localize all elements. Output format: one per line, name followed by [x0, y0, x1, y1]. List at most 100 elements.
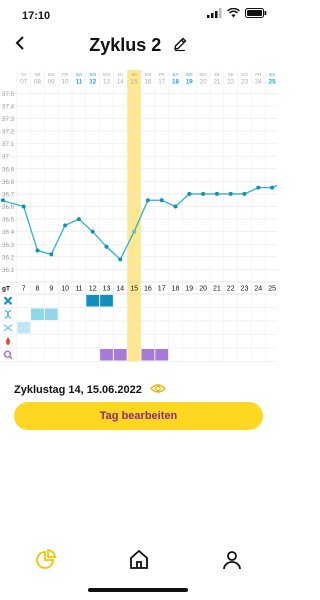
symptom-cell — [86, 295, 100, 307]
search-icon-handle — [8, 355, 13, 360]
weekday-label: DO — [241, 72, 248, 77]
y-tick-label: 36.9 — [2, 166, 15, 173]
symptom-cell — [31, 308, 44, 320]
day-number: 19 — [185, 286, 193, 293]
day-number: 24 — [254, 286, 262, 293]
date-label: 21 — [213, 79, 220, 86]
edit-day-button[interactable]: Tag bearbeiten — [14, 402, 263, 430]
data-point — [21, 204, 26, 209]
status-icons — [207, 8, 267, 18]
edit-title-button[interactable] — [172, 36, 188, 57]
day-number: 20 — [199, 286, 207, 293]
date-label: 15 — [131, 79, 138, 86]
y-tick-label: 36.1 — [2, 267, 15, 274]
home-icon — [130, 549, 148, 569]
cycle-info: Zyklustag 14, 15.06.2022 — [14, 381, 166, 399]
data-point — [76, 217, 81, 222]
weekday-label: SA — [269, 72, 276, 77]
title-wrap: Zyklus 2 — [0, 35, 277, 57]
data-point — [187, 191, 192, 196]
date-label: 20 — [200, 79, 207, 86]
ribbon-icon — [4, 309, 12, 319]
data-point — [173, 204, 178, 209]
data-point — [118, 257, 123, 262]
y-tick-label: 36.2 — [2, 254, 15, 261]
weekday-label: FR — [62, 72, 69, 77]
date-label: 23 — [241, 79, 248, 86]
day-number: 10 — [61, 286, 69, 293]
weekday-label: FR — [159, 72, 166, 77]
home-indicator — [88, 588, 188, 592]
data-point — [63, 223, 68, 228]
date-label: 13 — [103, 79, 110, 86]
day-number: 23 — [241, 286, 249, 293]
symptom-cell — [113, 349, 127, 361]
drop-icon — [6, 337, 10, 346]
weekday-label: DI — [21, 72, 26, 77]
day-number: 7 — [22, 286, 26, 293]
home-nav-button[interactable] — [127, 548, 151, 572]
y-tick-label: 36.5 — [2, 217, 15, 224]
data-point — [242, 191, 247, 196]
data-point — [214, 191, 219, 196]
date-label: 19 — [186, 79, 193, 86]
weekday-label: MI — [228, 72, 233, 77]
scissors-icon — [3, 324, 13, 332]
status-time: 17:10 — [22, 10, 51, 22]
day-number: 8 — [36, 286, 40, 293]
y-tick-label: 36.7 — [2, 191, 15, 198]
data-point — [49, 252, 54, 257]
y-tick-label: 36.3 — [2, 242, 15, 249]
symptom-cell — [141, 349, 155, 361]
weekday-label: MO — [199, 72, 207, 77]
y-tick-label: 37.1 — [2, 141, 15, 148]
day-number: 17 — [158, 286, 166, 293]
day-number: 25 — [268, 286, 276, 293]
wifi-icon — [227, 8, 240, 18]
weekday-label: SA — [76, 72, 83, 77]
row-label: gT — [2, 286, 10, 293]
data-point — [132, 229, 137, 234]
day-number: 16 — [144, 286, 152, 293]
day-number: 18 — [172, 286, 180, 293]
day-number: 14 — [116, 286, 124, 293]
profile-nav-button[interactable] — [220, 548, 244, 572]
day-number: 13 — [103, 286, 111, 293]
symptom-cell — [155, 349, 169, 361]
data-point — [35, 248, 40, 253]
day-number: 12 — [89, 286, 97, 293]
stats-nav-button[interactable] — [34, 548, 58, 572]
y-tick-label: 37.3 — [2, 116, 15, 123]
date-label: 25 — [269, 79, 276, 86]
y-tick-label: 37 — [2, 154, 9, 161]
bottom-nav — [0, 540, 277, 580]
date-label: 10 — [62, 79, 69, 86]
pie-chart-icon — [36, 548, 57, 569]
symptom-cell — [100, 349, 113, 361]
y-tick-label: 37.4 — [2, 103, 15, 110]
highlight-column — [127, 70, 141, 362]
weekday-label: SA — [172, 72, 179, 77]
y-tick-label: 36.8 — [2, 179, 15, 186]
y-tick-label: 37.2 — [2, 129, 15, 136]
eye-button[interactable] — [149, 381, 166, 399]
user-icon — [223, 551, 241, 570]
date-label: 18 — [172, 79, 179, 86]
symptom-cell — [100, 295, 113, 307]
day-number: 9 — [49, 286, 53, 293]
weekday-label: DO — [144, 72, 151, 77]
date-label: 24 — [255, 79, 262, 86]
data-point — [145, 198, 150, 203]
date-label: 17 — [158, 79, 165, 86]
day-number: 15 — [130, 286, 138, 293]
temperature-chart[interactable]: 37.5 37.4 37.3 37.2 37.1 37 36.9 36.8 36.7 36.6 36… — [0, 70, 277, 370]
sparkle-icon — [3, 296, 13, 305]
day-number: 11 — [75, 286, 82, 293]
data-point — [104, 244, 109, 249]
date-label: 11 — [76, 79, 83, 86]
day-number: 22 — [227, 286, 235, 293]
date-label: 09 — [48, 79, 55, 86]
weekday-label: MO — [103, 72, 111, 77]
data-point — [1, 198, 5, 203]
weekday-label: FR — [255, 72, 262, 77]
